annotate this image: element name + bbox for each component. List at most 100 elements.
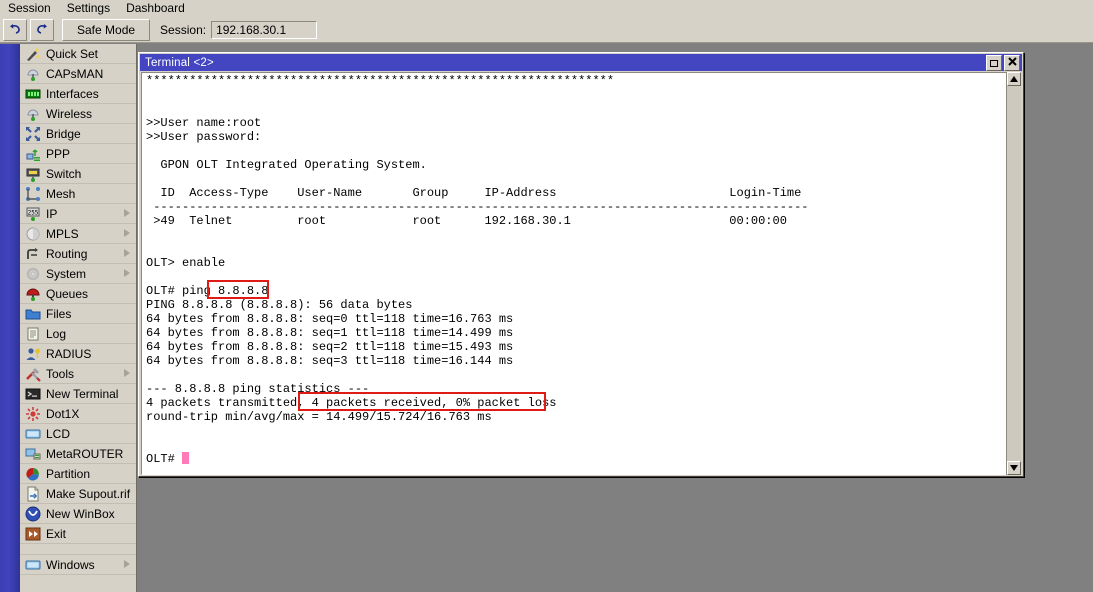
safe-mode-button[interactable]: Safe Mode bbox=[62, 19, 150, 41]
terminal-line bbox=[146, 144, 809, 158]
log-icon bbox=[25, 326, 41, 342]
scrollbar-trough[interactable] bbox=[1007, 86, 1021, 461]
sidebar-item-ip[interactable]: 255IP bbox=[20, 204, 136, 224]
terminal-title: Terminal <2> bbox=[140, 57, 214, 69]
sidebar-menu[interactable]: Quick SetCAPsMANInterfacesWireless Bridge… bbox=[20, 44, 137, 592]
sidebar-item-queues[interactable]: Queues bbox=[20, 284, 136, 304]
sidebar-item-windows[interactable]: Windows bbox=[20, 555, 136, 575]
dot1x-icon bbox=[25, 406, 41, 422]
sidebar-item-label: Tools bbox=[46, 367, 74, 381]
undo-button[interactable] bbox=[3, 19, 27, 41]
terminal-title-bar[interactable]: Terminal <2> bbox=[140, 54, 1022, 71]
partition-icon bbox=[25, 466, 41, 482]
maximize-button[interactable] bbox=[986, 55, 1002, 71]
terminal-line bbox=[146, 102, 809, 116]
chevron-right-icon bbox=[124, 560, 130, 568]
safe-mode-label: Safe Mode bbox=[77, 23, 135, 37]
terminal-line: >49 Telnet root root 192.168.30.1 00:00:… bbox=[146, 214, 809, 228]
sidebar-item-label: New Terminal bbox=[46, 387, 118, 401]
sidebar-item-label: Files bbox=[46, 307, 71, 321]
terminal-line: round-trip min/avg/max = 14.499/15.724/1… bbox=[146, 410, 809, 424]
sidebar-item-label: Bridge bbox=[46, 127, 81, 141]
sidebar-item-mpls[interactable]: MPLS bbox=[20, 224, 136, 244]
sidebar-item-radius[interactable]: RADIUS bbox=[20, 344, 136, 364]
sidebar-item-label: PPP bbox=[46, 147, 70, 161]
wand-icon bbox=[25, 46, 41, 62]
sidebar-item-routing[interactable]: Routing bbox=[20, 244, 136, 264]
chevron-right-icon bbox=[124, 269, 130, 277]
ppp-icon bbox=[25, 146, 41, 162]
sidebar-item-mesh[interactable]: Mesh bbox=[20, 184, 136, 204]
antenna-icon bbox=[25, 106, 41, 122]
sidebar-item-lcd[interactable]: LCD bbox=[20, 424, 136, 444]
sidebar-item-wireless[interactable]: Wireless bbox=[20, 104, 136, 124]
sidebar-item-label: Windows bbox=[46, 558, 95, 572]
sidebar-item-switch[interactable]: Switch bbox=[20, 164, 136, 184]
sidebar-item-capsman[interactable]: CAPsMAN bbox=[20, 64, 136, 84]
sidebar-item-metarouter[interactable]: MetaROUTER bbox=[20, 444, 136, 464]
terminal-output-area[interactable]: ****************************************… bbox=[141, 72, 1021, 475]
terminal-line: 64 bytes from 8.8.8.8: seq=0 ttl=118 tim… bbox=[146, 312, 809, 326]
sidebar-item-interfaces[interactable]: Interfaces bbox=[20, 84, 136, 104]
maximize-icon bbox=[990, 60, 998, 67]
session-label: Session: bbox=[160, 23, 206, 37]
sidebar-item-label: Queues bbox=[46, 287, 88, 301]
bridge-icon bbox=[25, 126, 41, 142]
radius-icon bbox=[25, 346, 41, 362]
session-value: 192.168.30.1 bbox=[216, 23, 286, 37]
redo-button[interactable] bbox=[30, 19, 54, 41]
terminal-icon bbox=[25, 386, 41, 402]
sidebar-item-partition[interactable]: Partition bbox=[20, 464, 136, 484]
sidebar-item-label: Switch bbox=[46, 167, 81, 181]
terminal-line: >>User password: bbox=[146, 130, 809, 144]
terminal-line bbox=[146, 88, 809, 102]
sidebar-item-make-supout-rif[interactable]: Make Supout.rif bbox=[20, 484, 136, 504]
menu-item-session[interactable]: Session bbox=[0, 0, 59, 17]
routing-icon bbox=[25, 246, 41, 262]
menu-bar: SessionSettingsDashboard bbox=[0, 0, 1093, 17]
menu-item-dashboard[interactable]: Dashboard bbox=[118, 0, 193, 17]
toolbar: Safe Mode Session: 192.168.30.1 bbox=[0, 17, 1093, 43]
scroll-up-button[interactable] bbox=[1007, 72, 1021, 86]
menu-item-settings[interactable]: Settings bbox=[59, 0, 118, 17]
sidebar-item-files[interactable]: Files bbox=[20, 304, 136, 324]
sidebar-item-log[interactable]: Log bbox=[20, 324, 136, 344]
session-value-field[interactable]: 192.168.30.1 bbox=[211, 21, 317, 39]
sidebar-item-label: System bbox=[46, 267, 86, 281]
terminal-line bbox=[146, 270, 809, 284]
close-button[interactable] bbox=[1004, 55, 1020, 71]
terminal-line: PING 8.8.8.8 (8.8.8.8): 56 data bytes bbox=[146, 298, 809, 312]
scroll-down-button[interactable] bbox=[1007, 461, 1021, 475]
sidebar-item-bridge[interactable]: Bridge bbox=[20, 124, 136, 144]
scroll-down-icon bbox=[1010, 465, 1018, 471]
terminal-line: GPON OLT Integrated Operating System. bbox=[146, 158, 809, 172]
terminal-line: 64 bytes from 8.8.8.8: seq=2 ttl=118 tim… bbox=[146, 340, 809, 354]
antenna-icon bbox=[25, 66, 41, 82]
sidebar-item-label: RADIUS bbox=[46, 347, 91, 361]
mesh-icon bbox=[25, 186, 41, 202]
sidebar-item-label: Make Supout.rif bbox=[46, 487, 130, 501]
sidebar-item-quick-set[interactable]: Quick Set bbox=[20, 44, 136, 64]
sidebar-item-tools[interactable]: Tools bbox=[20, 364, 136, 384]
sidebar-item-label: New WinBox bbox=[46, 507, 115, 521]
mpls-icon bbox=[25, 226, 41, 242]
sidebar-item-system[interactable]: System bbox=[20, 264, 136, 284]
sidebar-item-ppp[interactable]: PPP bbox=[20, 144, 136, 164]
sidebar-item-dot1x[interactable]: Dot1X bbox=[20, 404, 136, 424]
sidebar-item-label: Dot1X bbox=[46, 407, 79, 421]
sidebar-item-exit[interactable]: Exit bbox=[20, 524, 136, 544]
winbox-rail: WinBox bbox=[0, 44, 20, 592]
sidebar-item-new-terminal[interactable]: New Terminal bbox=[20, 384, 136, 404]
terminal-scrollbar[interactable] bbox=[1006, 72, 1021, 475]
sidebar-item-label: MPLS bbox=[46, 227, 79, 241]
terminal-line: --- 8.8.8.8 ping statistics --- bbox=[146, 382, 809, 396]
sidebar-item-label: Exit bbox=[46, 527, 66, 541]
terminal-line: ----------------------------------------… bbox=[146, 200, 809, 214]
queues-icon bbox=[25, 286, 41, 302]
close-icon bbox=[1008, 57, 1017, 69]
sidebar-separator bbox=[20, 544, 136, 555]
switch-icon bbox=[25, 166, 41, 182]
terminal-line: ID Access-Type User-Name Group IP-Addres… bbox=[146, 186, 809, 200]
svg-text:255: 255 bbox=[28, 209, 39, 216]
sidebar-item-new-winbox[interactable]: New WinBox bbox=[20, 504, 136, 524]
